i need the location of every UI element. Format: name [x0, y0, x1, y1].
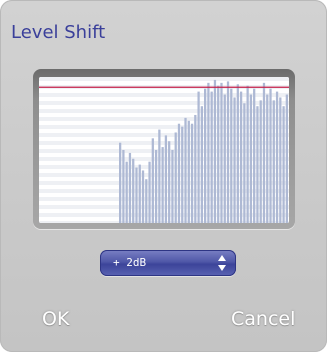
waveform-bar — [213, 79, 217, 223]
waveform-bar — [253, 88, 256, 223]
cancel-button[interactable]: Cancel — [231, 308, 295, 330]
waveform-bar — [187, 120, 190, 223]
ok-button[interactable]: OK — [42, 308, 69, 330]
waveform-bar — [148, 161, 151, 223]
waveform-bar — [217, 85, 220, 223]
waveform-bar — [154, 150, 158, 223]
waveform-bar — [161, 147, 164, 223]
waveform-bar — [275, 91, 279, 223]
waveform-bar — [194, 114, 197, 223]
waveform-plot — [39, 77, 289, 223]
waveform-bar — [246, 85, 249, 223]
waveform-bar — [259, 100, 262, 223]
waveform-bar — [233, 97, 236, 223]
waveform-bar — [249, 94, 253, 223]
waveform-bar — [200, 106, 203, 223]
graph-stripe — [39, 77, 289, 81]
waveform-bar — [285, 94, 288, 223]
waveform-bar — [128, 152, 132, 223]
waveform-bar — [239, 91, 243, 223]
waveform-bar — [230, 88, 233, 223]
waveform-bar — [236, 84, 239, 223]
waveform-bar — [282, 106, 285, 223]
waveform-bar — [119, 142, 122, 223]
up-down-arrows-icon — [217, 254, 227, 272]
level-select[interactable]: + 2dB — [100, 250, 236, 276]
waveform-bar — [220, 82, 223, 223]
level-select-value: + 2dB — [113, 256, 147, 269]
waveform-bar — [145, 179, 148, 223]
waveform-bar — [125, 161, 128, 223]
waveform-bar — [190, 123, 194, 223]
level-graph-frame — [33, 69, 295, 229]
waveform-bar — [158, 129, 161, 223]
waveform-bar — [174, 132, 177, 223]
waveform-bar — [256, 106, 259, 223]
waveform-bar — [141, 170, 145, 223]
waveform-bar — [122, 150, 125, 223]
waveform-bar — [266, 94, 269, 223]
waveform-bar — [207, 82, 210, 223]
waveform-bar — [181, 126, 184, 223]
waveform-bar — [138, 164, 141, 223]
level-graph — [39, 77, 289, 223]
waveform-bar — [151, 138, 154, 223]
waveform-bar — [164, 135, 168, 223]
waveform-bar — [197, 91, 200, 223]
waveform-bar — [184, 117, 187, 223]
level-shift-dialog: Level Shift + 2dB OK Cancel — [0, 0, 327, 352]
waveform-bar — [132, 158, 135, 223]
waveform-bar — [210, 91, 213, 223]
dialog-title: Level Shift — [11, 22, 106, 43]
waveform-bar — [168, 141, 171, 223]
waveform-bar — [223, 94, 226, 223]
waveform-bar — [269, 88, 272, 223]
waveform-bar — [243, 103, 246, 223]
waveform-bar — [204, 88, 207, 223]
waveform-bar — [262, 82, 266, 223]
waveform-bar — [177, 123, 181, 223]
waveform-bar — [135, 167, 138, 223]
waveform-bar — [171, 150, 174, 223]
waveform-bar — [226, 81, 230, 223]
waveform-bar — [279, 97, 282, 223]
waveform-bar — [272, 100, 275, 223]
